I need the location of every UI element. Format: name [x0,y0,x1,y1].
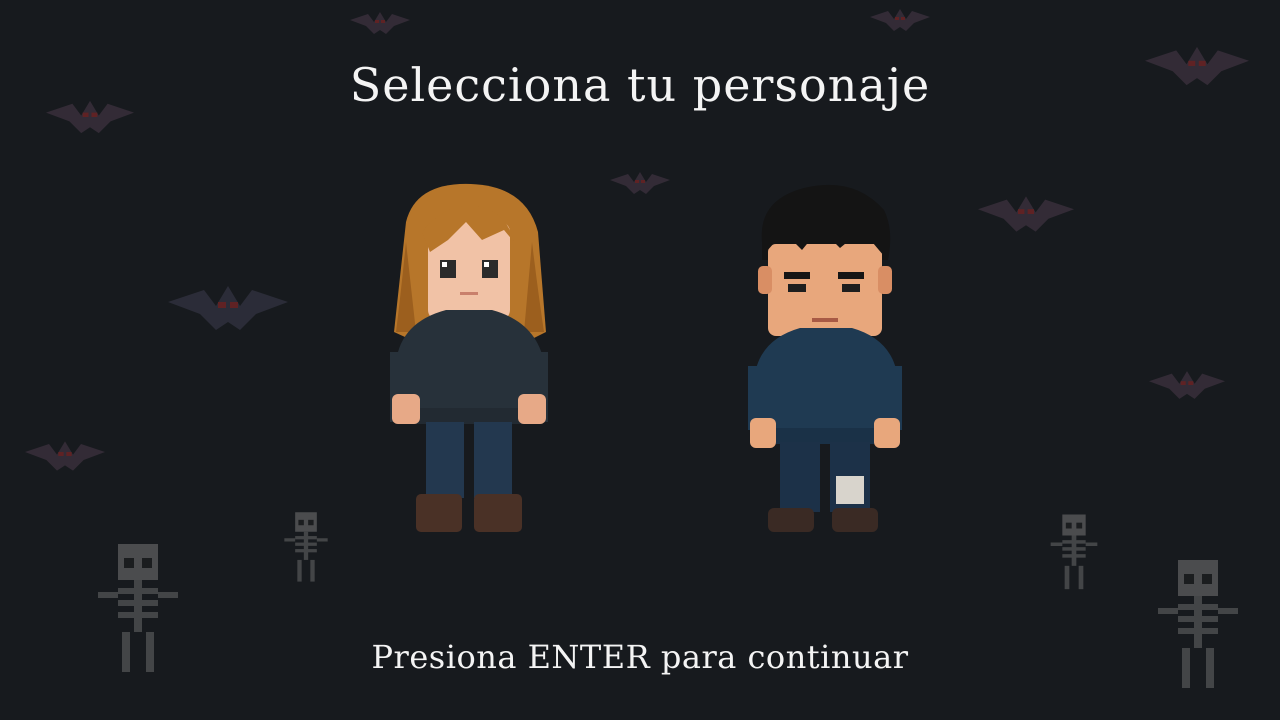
bat-icon [978,190,1074,238]
skeleton-icon [280,510,332,586]
skeleton-icon [1046,512,1102,594]
bat-icon [870,5,930,35]
bat-icon [1148,366,1226,404]
continue-prompt: Presiona ENTER para continuar [371,638,909,676]
bat-icon [350,8,410,38]
character-select-screen: Selecciona tu personaje Presiona ENTER p… [0,0,1280,720]
male-character-sprite-icon [748,184,902,532]
character-option-male[interactable] [744,180,906,538]
character-option-female[interactable] [386,182,552,538]
screen-title: Selecciona tu personaje [349,58,931,112]
bat-icon [25,436,105,476]
female-character-sprite-icon [390,183,548,532]
bat-icon [610,168,670,198]
bat-icon [168,278,288,338]
